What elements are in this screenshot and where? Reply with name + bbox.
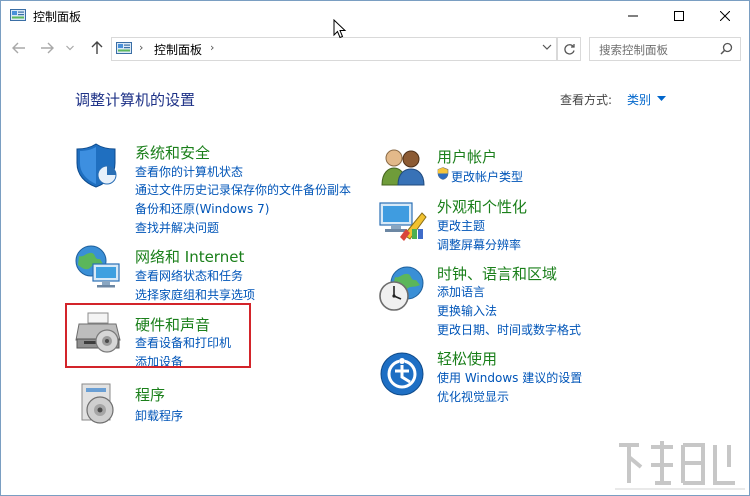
view-by-dropdown[interactable]: 类别 (627, 91, 651, 108)
link-backup-restore[interactable]: 备份和还原(Windows 7) (135, 200, 269, 217)
link-troubleshoot[interactable]: 查找并解决问题 (135, 219, 219, 236)
recent-locations-button[interactable] (63, 38, 77, 58)
breadcrumb-separator[interactable]: › (210, 41, 214, 54)
control-panel-window: 控制面板 › 控制面板 › 搜索控制面板 调整计算机的设置 查看方式: 类别 系… (0, 0, 750, 496)
view-by-label: 查看方式: (560, 93, 613, 107)
search-icon (720, 42, 733, 55)
arrow-left-icon (12, 42, 25, 54)
back-button[interactable] (9, 38, 29, 58)
minimize-icon (628, 15, 638, 17)
link-optimize-visual[interactable]: 优化视觉显示 (437, 388, 509, 405)
breadcrumb-separator[interactable]: › (139, 41, 143, 54)
appearance-icon[interactable] (378, 199, 428, 243)
chevron-down-icon (66, 45, 74, 51)
users-icon[interactable] (379, 147, 427, 187)
address-bar[interactable]: › 控制面板 › (111, 37, 557, 61)
link-homegroup[interactable]: 选择家庭组和共享选项 (135, 286, 255, 303)
maximize-icon (674, 11, 684, 21)
category-title[interactable]: 轻松使用 (437, 348, 497, 369)
maximize-button[interactable] (656, 1, 702, 31)
link-recommended-settings[interactable]: 使用 Windows 建议的设置 (437, 369, 582, 386)
uac-shield-icon (437, 167, 449, 180)
link-network-status[interactable]: 查看网络状态和任务 (135, 267, 243, 284)
category-title[interactable]: 外观和个性化 (437, 196, 527, 217)
link-change-input-method[interactable]: 更换输入法 (437, 302, 497, 319)
arrow-up-icon (91, 41, 103, 54)
navigation-bar: › 控制面板 › 搜索控制面板 (1, 34, 749, 62)
title-bar[interactable]: 控制面板 (1, 1, 749, 31)
network-icon[interactable] (74, 244, 122, 290)
window-title: 控制面板 (33, 10, 82, 24)
chevron-down-icon[interactable] (542, 43, 552, 51)
ease-of-access-icon[interactable] (379, 351, 425, 397)
breadcrumb-control-panel[interactable]: 控制面板 (154, 41, 202, 58)
refresh-icon (563, 43, 575, 55)
control-panel-icon (116, 42, 132, 54)
category-title[interactable]: 程序 (135, 384, 165, 405)
close-icon (720, 11, 730, 21)
link-add-language[interactable]: 添加语言 (437, 283, 485, 300)
link-date-time-format[interactable]: 更改日期、时间或数字格式 (437, 321, 581, 338)
minimize-button[interactable] (610, 1, 656, 31)
link-change-account-type[interactable]: 更改帐户类型 (451, 168, 523, 185)
link-view-computer-status[interactable]: 查看你的计算机状态 (135, 163, 243, 180)
close-button[interactable] (702, 1, 748, 31)
control-panel-icon (10, 9, 26, 21)
programs-icon[interactable] (76, 382, 120, 426)
category-title[interactable]: 时钟、语言和区域 (437, 263, 557, 284)
category-title[interactable]: 用户帐户 (437, 146, 497, 167)
category-title[interactable]: 网络和 Internet (135, 246, 244, 267)
link-change-theme[interactable]: 更改主题 (437, 217, 485, 234)
search-input[interactable]: 搜索控制面板 (589, 37, 741, 61)
arrow-right-icon (41, 42, 54, 54)
link-uninstall-program[interactable]: 卸载程序 (135, 407, 183, 424)
page-title: 调整计算机的设置 (75, 91, 196, 109)
up-button[interactable] (87, 38, 107, 58)
shield-icon[interactable] (74, 141, 122, 189)
link-screen-resolution[interactable]: 调整屏幕分辨率 (437, 236, 521, 253)
search-placeholder: 搜索控制面板 (599, 43, 668, 57)
forward-button[interactable] (37, 38, 57, 58)
watermark-logo (615, 441, 745, 490)
refresh-button[interactable] (557, 37, 581, 61)
highlight-box (65, 303, 251, 368)
link-file-history[interactable]: 通过文件历史记录保存你的文件备份副本 (135, 181, 351, 198)
mouse-cursor-icon (333, 19, 347, 39)
clock-globe-icon[interactable] (377, 265, 427, 313)
caret-down-icon[interactable] (657, 96, 666, 101)
category-title[interactable]: 系统和安全 (135, 142, 210, 163)
